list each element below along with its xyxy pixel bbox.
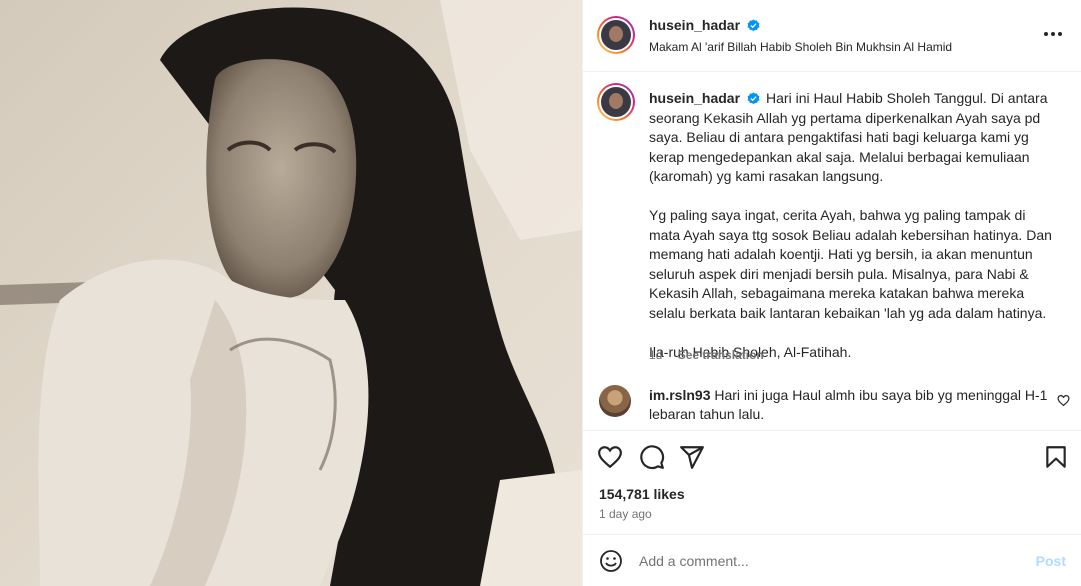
action-bar — [583, 430, 1081, 482]
commenter-username[interactable]: im.rsln93 — [649, 387, 710, 403]
comment-input[interactable] — [639, 549, 999, 573]
caption-username[interactable]: husein_hadar — [649, 90, 740, 106]
verified-icon — [747, 92, 760, 105]
post-caption: husein_hadar Hari ini Haul Habib Sholeh T… — [649, 89, 1059, 382]
caption-area: husein_hadar Hari ini Haul Habib Sholeh T… — [583, 73, 1081, 428]
post-sidebar: husein_hadar Makam Al 'arif Billah Habib… — [582, 0, 1081, 586]
author-avatar[interactable] — [597, 16, 635, 54]
comment-heart-icon[interactable] — [1057, 394, 1070, 407]
save-icon[interactable] — [1043, 444, 1069, 470]
commenter-avatar[interactable] — [599, 385, 631, 417]
caption-paragraph-2: Yg paling saya ingat, cerita Ayah, bahwa… — [649, 207, 1056, 321]
comment-body: im.rsln93 Hari ini juga Haul almh ibu sa… — [649, 386, 1049, 424]
like-count[interactable]: 154,781 likes — [599, 486, 685, 502]
comment-icon[interactable] — [639, 444, 665, 470]
share-icon[interactable] — [679, 444, 705, 470]
post-comment-button[interactable]: Post — [1036, 553, 1066, 569]
portrait-photo — [0, 0, 582, 586]
add-comment-bar: Post — [583, 534, 1081, 586]
post-location[interactable]: Makam Al 'arif Billah Habib Sholeh Bin M… — [649, 40, 952, 54]
caption-age: 1d — [649, 348, 663, 362]
caption-meta: 1d See translation — [649, 348, 764, 362]
post-time: 1 day ago — [599, 507, 652, 521]
verified-icon — [748, 19, 760, 32]
author-username[interactable]: husein_hadar — [649, 17, 740, 33]
emoji-icon[interactable] — [599, 549, 623, 573]
more-icon[interactable] — [1043, 26, 1063, 44]
post-header: husein_hadar Makam Al 'arif Billah Habib… — [583, 0, 1081, 72]
post-photo[interactable] — [0, 0, 582, 586]
see-translation-link[interactable]: See translation — [678, 348, 764, 362]
comment-item: im.rsln93 Hari ini juga Haul almh ibu sa… — [583, 382, 1081, 428]
caption-avatar[interactable] — [597, 83, 635, 121]
heart-icon[interactable] — [597, 444, 623, 470]
author-name-row: husein_hadar — [649, 17, 760, 35]
